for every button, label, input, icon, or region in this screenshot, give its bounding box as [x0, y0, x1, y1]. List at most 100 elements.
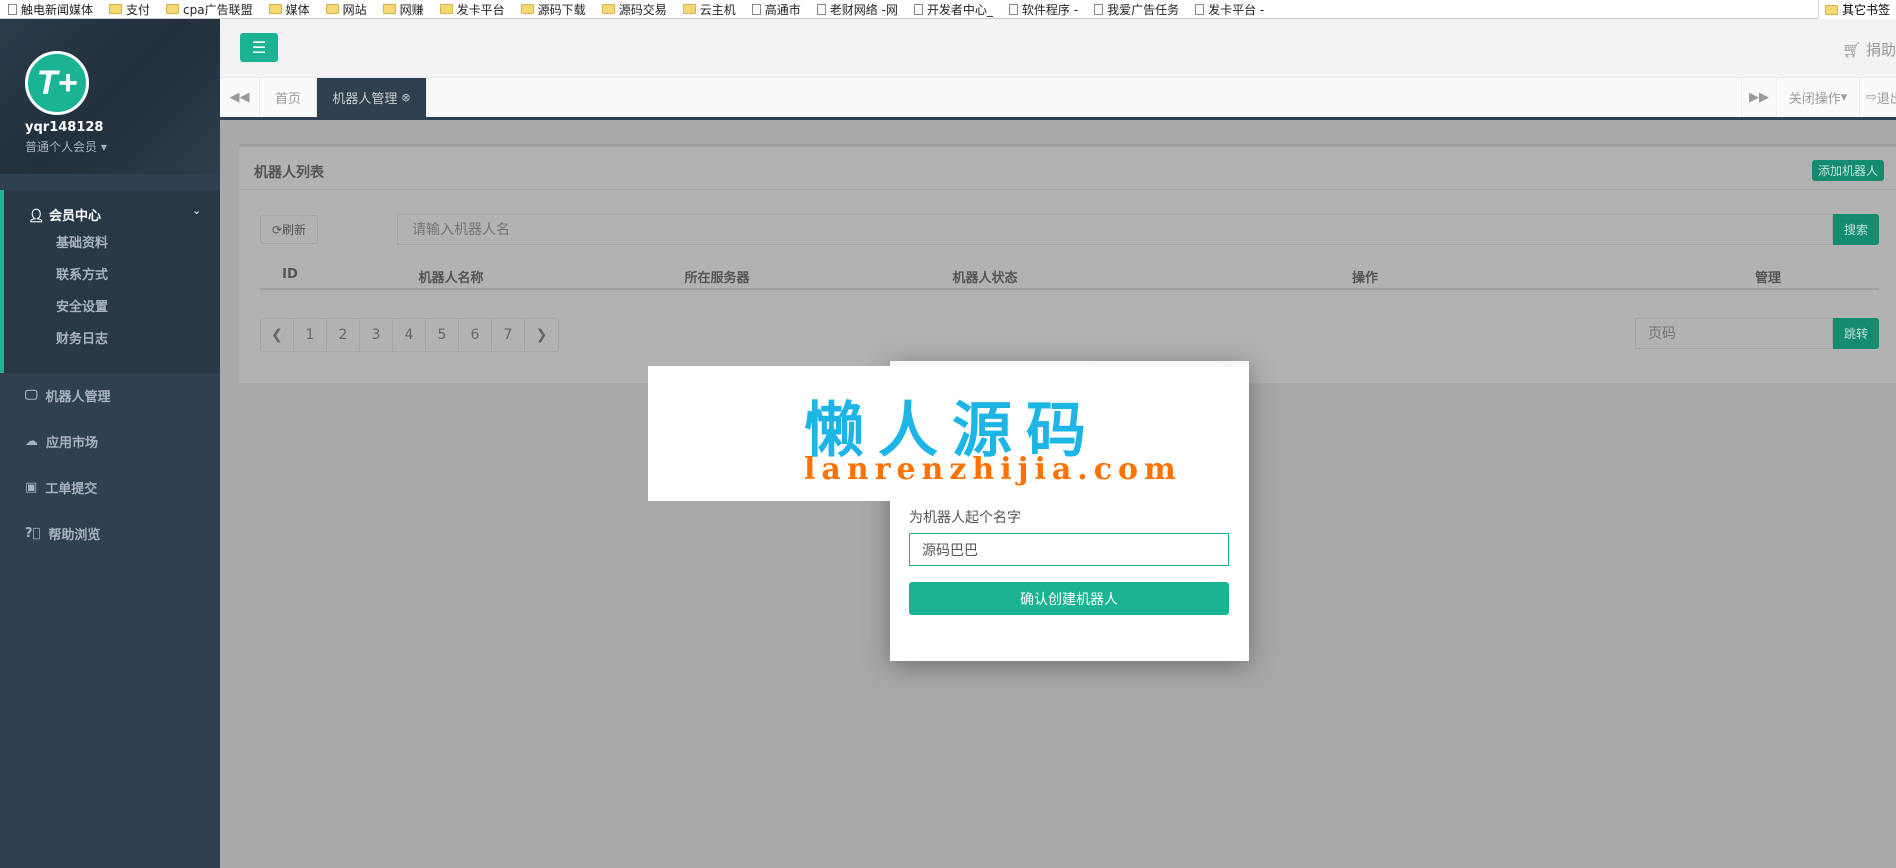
- bookmark-item[interactable]: 发卡平台: [439, 1, 505, 18]
- bookmark-other[interactable]: 其它书签: [1817, 0, 1896, 19]
- nav-label: 工单提交: [45, 482, 98, 497]
- bookmark-item[interactable]: cpa广告联盟: [166, 1, 253, 18]
- avatar[interactable]: T+: [25, 51, 89, 115]
- bookmark-label: 源码交易: [618, 2, 667, 17]
- page-button[interactable]: 4: [393, 319, 426, 351]
- page-icon: [1008, 3, 1018, 15]
- close-icon[interactable]: ⊗: [401, 91, 410, 104]
- bookmark-item[interactable]: 源码交易: [601, 1, 667, 18]
- watermark-en: lanrenzhijia.com: [804, 452, 1182, 487]
- bookmark-label: 其它书签: [1841, 3, 1890, 17]
- bookmark-item[interactable]: 媒体: [268, 1, 310, 18]
- sidebar-subitem[interactable]: 财务日志: [56, 328, 108, 347]
- bookmark-item[interactable]: 触电新闻媒体: [8, 1, 93, 18]
- group-title[interactable]: 👤︎ 会员中心: [28, 205, 101, 224]
- bookmark-item[interactable]: 老财网络 -网: [816, 1, 898, 18]
- bookmark-label: 云主机: [699, 2, 736, 17]
- divider: [239, 189, 1896, 190]
- calendar-plus-icon: ▣: [25, 480, 38, 495]
- search-input[interactable]: [397, 214, 1833, 245]
- jump-button[interactable]: 跳转: [1833, 318, 1879, 349]
- chevron-down-icon[interactable]: ⌄: [192, 204, 201, 217]
- bookmark-label: cpa广告联盟: [183, 2, 253, 17]
- next-page-button[interactable]: ❯: [525, 319, 558, 351]
- sidebar-subitem[interactable]: 联系方式: [56, 264, 108, 283]
- profile-area: T+ yqr148128 普通个人会员 ▾: [0, 19, 220, 174]
- bookmark-label: 支付: [126, 2, 151, 17]
- bookmark-item[interactable]: 网站: [325, 1, 367, 18]
- page-button[interactable]: 7: [492, 319, 525, 351]
- cloud-icon: ☁: [25, 434, 38, 449]
- folder-icon: [268, 4, 282, 14]
- folder-icon: [601, 4, 615, 14]
- bookmark-item[interactable]: 高通市: [751, 1, 801, 18]
- column-header: 所在服务器: [684, 271, 750, 286]
- folder-icon: [109, 4, 123, 14]
- tabs-back-button[interactable]: ◀◀: [220, 78, 260, 117]
- column-header: 机器人状态: [952, 271, 1018, 286]
- tab-home[interactable]: 首页: [260, 78, 317, 117]
- group-label: 会员中心: [49, 209, 102, 224]
- page-button[interactable]: 5: [426, 319, 459, 351]
- confirm-create-button[interactable]: 确认创建机器人: [909, 582, 1229, 615]
- donate-link[interactable]: 🛒︎ 捐助: [1842, 39, 1896, 60]
- chevron-right-icon: ❯: [535, 327, 548, 343]
- top-header: ☰ 🛒︎ 捐助: [220, 19, 1896, 78]
- role-dropdown[interactable]: 普通个人会员 ▾: [25, 138, 107, 155]
- robot-name-label: 为机器人起个名字: [909, 510, 1021, 526]
- watermark-logo: 懒人源码 lanrenzhijia.com: [648, 366, 1176, 501]
- add-robot-button[interactable]: 添加机器人: [1812, 160, 1884, 181]
- bookmark-item[interactable]: 网赚: [382, 1, 424, 18]
- page-icon: [1195, 3, 1205, 15]
- panel-title: 机器人列表: [254, 165, 324, 181]
- folder-icon: [382, 4, 396, 14]
- tabs-forward-button[interactable]: ▶▶: [1741, 78, 1777, 117]
- page-icon: [816, 3, 826, 15]
- bookmark-item[interactable]: 云主机: [682, 1, 736, 18]
- question-icon: ?⃝: [25, 526, 41, 541]
- pagination: ❮ 1 2 3 4 5 6 7 ❯: [260, 318, 559, 352]
- refresh-label: 刷新: [282, 223, 307, 237]
- refresh-button[interactable]: ⟳ 刷新: [260, 215, 318, 244]
- bookmark-label: 发卡平台 -: [1208, 2, 1265, 17]
- page-icon: [8, 3, 17, 15]
- sidebar-item-help[interactable]: ?⃝ 帮助浏览: [25, 524, 100, 543]
- bookmark-item[interactable]: 软件程序 -: [1008, 1, 1078, 18]
- robot-name-input[interactable]: [909, 533, 1229, 566]
- robot-list-panel: 机器人列表 添加机器人 ⟳刷新 搜索 ID 机器人名称 所在服务器 机器人状态 …: [239, 144, 1896, 383]
- bookmark-label: 老财网络 -网: [829, 2, 898, 17]
- logout-button[interactable]: ⇨ 退出: [1860, 78, 1896, 117]
- page-button[interactable]: 2: [327, 319, 360, 351]
- page-button[interactable]: 6: [459, 319, 492, 351]
- column-header: ID: [282, 267, 298, 282]
- sidebar-item-ticket[interactable]: ▣ 工单提交: [25, 478, 97, 497]
- chevron-left-icon: ❮: [271, 327, 283, 343]
- sidebar-subitem[interactable]: 基础资料: [56, 232, 108, 251]
- tab-robot-management[interactable]: 机器人管理 ⊗: [317, 78, 427, 117]
- folder-icon: [682, 4, 696, 14]
- menu-toggle-button[interactable]: ☰: [240, 33, 278, 62]
- column-header: 机器人名称: [418, 271, 484, 286]
- bookmark-item[interactable]: 开发者中心_: [913, 1, 993, 18]
- bookmark-item[interactable]: 支付: [109, 1, 150, 18]
- page-button[interactable]: 1: [294, 319, 327, 351]
- monitor-icon: 🖵: [25, 388, 38, 403]
- page-icon: [913, 3, 923, 15]
- page-button[interactable]: 3: [360, 319, 393, 351]
- sidebar-group-member-center[interactable]: 👤︎ 会员中心 ⌄ 基础资料 联系方式 安全设置 财务日志: [0, 190, 220, 373]
- folder-icon: [166, 4, 180, 14]
- nav-label: 应用市场: [46, 436, 99, 451]
- close-ops-dropdown[interactable]: 关闭操作 ▾: [1777, 78, 1860, 117]
- bookmark-label: 源码下载: [537, 2, 586, 17]
- sidebar-item-market[interactable]: ☁ 应用市场: [25, 432, 98, 451]
- bookmark-label: 媒体: [285, 2, 310, 17]
- sidebar-item-robot[interactable]: 🖵 机器人管理: [25, 386, 111, 405]
- bookmark-item[interactable]: 我爱广告任务: [1094, 1, 1179, 18]
- page-number-input[interactable]: [1635, 318, 1833, 349]
- bookmark-item[interactable]: 发卡平台 -: [1195, 1, 1264, 18]
- search-button[interactable]: 搜索: [1833, 214, 1879, 245]
- bookmark-item[interactable]: 源码下载: [520, 1, 586, 18]
- page-icon: [1094, 3, 1104, 15]
- sidebar-subitem[interactable]: 安全设置: [56, 296, 108, 315]
- prev-page-button[interactable]: ❮: [261, 319, 294, 351]
